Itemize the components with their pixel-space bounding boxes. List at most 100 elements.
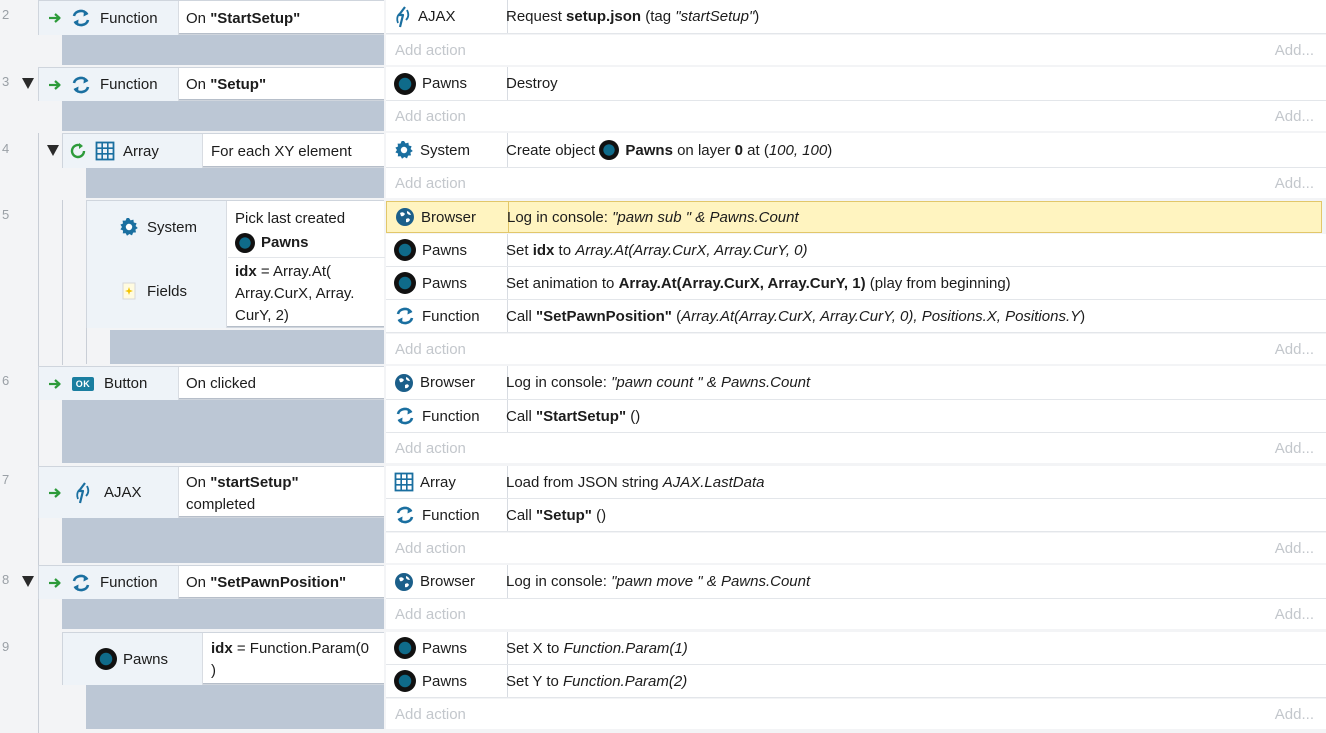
action-row[interactable]: Function Call "StartSetup" () (386, 400, 1326, 433)
add-action-row[interactable]: Add action Add... (386, 35, 1326, 65)
action-row[interactable]: Pawns Destroy (386, 67, 1326, 101)
action-text: Log in console: "pawn sub " & Pawns.Coun… (507, 202, 1321, 232)
action-object-label: Function (422, 506, 480, 524)
add-action-row[interactable]: Add action Add... (386, 433, 1326, 463)
trigger-condition[interactable]: On "StartSetup" (186, 1, 300, 35)
add-action-row[interactable]: Add action Add... (386, 334, 1326, 364)
action-object-label: Pawns (422, 75, 468, 92)
add-action-row[interactable]: Add action Add... (386, 699, 1326, 729)
add-more-link[interactable]: Add... (1275, 599, 1314, 629)
trigger-object-cell[interactable]: AJAX (39, 467, 179, 518)
action-row[interactable]: AJAX Request setup.json (tag "startSetup… (386, 0, 1326, 34)
add-action-link[interactable]: Add action (395, 433, 466, 463)
action-text-part: (tag (641, 8, 676, 25)
array-icon (394, 472, 414, 492)
condition-text: Array.CurX, Array. (235, 285, 355, 302)
trigger-object-cell[interactable]: Function (39, 566, 179, 599)
trigger-object-label: Function (100, 574, 158, 591)
action-object-label: Function (422, 307, 480, 325)
event-7-conditions[interactable]: AJAX On "startSetup" completed (38, 466, 384, 518)
add-action-link[interactable]: Add action (395, 533, 466, 563)
action-text-part: Log in console: (507, 208, 613, 226)
action-row[interactable]: System Create object Pawns on layer 0 at… (386, 133, 1326, 168)
collapse-toggle-icon[interactable] (47, 145, 59, 156)
trigger-object-cell[interactable]: Function (39, 1, 179, 35)
action-object: AJAX (386, 0, 508, 33)
ajax-icon (394, 6, 412, 28)
action-object: System (386, 133, 508, 167)
add-more-link[interactable]: Add... (1275, 334, 1314, 364)
condition-pick-last[interactable]: Pick last created Pawns (235, 207, 345, 255)
action-text: Set animation to Array.At(Array.CurX, Ar… (506, 267, 1326, 299)
action-text: Log in console: "pawn move " & Pawns.Cou… (506, 565, 1326, 598)
row-number: 8 (2, 572, 10, 587)
condition-compare[interactable]: idx = Function.Param(0 ) (211, 638, 369, 682)
trigger-condition[interactable]: On "SetPawnPosition" (186, 566, 346, 599)
condition-object-label: Fields (147, 282, 188, 300)
trigger-object-cell[interactable]: Function (39, 68, 179, 101)
condition-object-system[interactable]: System (119, 217, 197, 237)
action-row[interactable]: Pawns Set idx to Array.At(Array.CurX, Ar… (386, 234, 1326, 267)
event-4-conditions[interactable]: Array For each XY element (62, 133, 384, 168)
action-row-selected[interactable]: Browser Log in console: "pawn sub " & Pa… (386, 201, 1322, 233)
add-action-link[interactable]: Add action (395, 168, 466, 198)
trigger-condition[interactable]: On "Setup" (186, 68, 266, 101)
action-text-italic: Array.At(Array.CurX, Array.CurY, 0) (575, 241, 808, 259)
action-text-italic: 100, 100 (768, 141, 828, 159)
condition-compare[interactable]: idx = Array.At( Array.CurX, Array. CurY,… (235, 261, 354, 327)
action-text: Set Y to Function.Param(2) (506, 665, 1326, 697)
add-action-link[interactable]: Add action (395, 101, 466, 131)
action-row[interactable]: Array Load from JSON string AJAX.LastDat… (386, 466, 1326, 499)
add-more-link[interactable]: Add... (1275, 433, 1314, 463)
collapse-toggle-icon[interactable] (22, 576, 34, 587)
trigger-condition[interactable]: On clicked (186, 367, 256, 400)
variable-name: idx (211, 640, 233, 657)
function-icon (70, 7, 92, 29)
add-more-link[interactable]: Add... (1275, 699, 1314, 729)
event-2-conditions[interactable]: Function On "StartSetup" (38, 0, 384, 35)
action-row[interactable]: Function Call "SetPawnPosition" (Array.A… (386, 300, 1326, 333)
action-object: Pawns (386, 67, 508, 100)
trigger-object-label: Function (100, 76, 158, 93)
action-row[interactable]: Function Call "Setup" () (386, 499, 1326, 532)
condition-text[interactable]: For each XY element (211, 134, 352, 168)
add-action-link[interactable]: Add action (395, 334, 466, 364)
event-5-conditions[interactable]: System Pick last created Pawns Fields id… (86, 200, 385, 328)
action-row[interactable]: Browser Log in console: "pawn count " & … (386, 366, 1326, 400)
action-text: Create object Pawns on layer 0 at (100, … (506, 133, 1326, 167)
add-more-link[interactable]: Add... (1275, 101, 1314, 131)
condition-text: On (186, 76, 211, 93)
action-text-part: Set (506, 241, 533, 259)
action-text-part: (play from beginning) (865, 274, 1011, 292)
add-action-link[interactable]: Add action (395, 35, 466, 65)
action-row[interactable]: Pawns Set animation to Array.At(Array.Cu… (386, 267, 1326, 300)
action-row[interactable]: Browser Log in console: "pawn move " & P… (386, 565, 1326, 599)
action-row[interactable]: Pawns Set X to Function.Param(1) (386, 632, 1326, 665)
function-icon (394, 504, 416, 526)
add-action-link[interactable]: Add action (395, 699, 466, 729)
add-action-row[interactable]: Add action Add... (386, 168, 1326, 198)
condition-object-cell[interactable]: Array (63, 134, 203, 168)
ajax-icon (74, 482, 92, 504)
trigger-object-cell[interactable]: OK Button (39, 367, 179, 400)
add-action-row[interactable]: Add action Add... (386, 599, 1326, 629)
condition-object-fields[interactable]: Fields (121, 282, 187, 300)
action-row[interactable]: Pawns Set Y to Function.Param(2) (386, 665, 1326, 698)
array-icon (95, 141, 115, 161)
trigger-condition[interactable]: On "startSetup" completed (186, 472, 299, 516)
add-more-link[interactable]: Add... (1275, 168, 1314, 198)
event-8-conditions[interactable]: Function On "SetPawnPosition" (38, 565, 384, 599)
add-action-link[interactable]: Add action (395, 599, 466, 629)
add-more-link[interactable]: Add... (1275, 35, 1314, 65)
condition-object-cell[interactable]: Pawns (63, 633, 203, 685)
event-3-conditions[interactable]: Function On "Setup" (38, 67, 384, 101)
pawns-icon (394, 272, 416, 294)
add-action-row[interactable]: Add action Add... (386, 533, 1326, 563)
condition-object-name: Pawns (261, 234, 309, 251)
add-more-link[interactable]: Add... (1275, 533, 1314, 563)
function-name: "Setup" (210, 76, 267, 93)
event-9-conditions[interactable]: Pawns idx = Function.Param(0 ) (62, 632, 384, 685)
collapse-toggle-icon[interactable] (22, 78, 34, 89)
add-action-row[interactable]: Add action Add... (386, 101, 1326, 131)
event-6-conditions[interactable]: OK Button On clicked (38, 366, 384, 400)
